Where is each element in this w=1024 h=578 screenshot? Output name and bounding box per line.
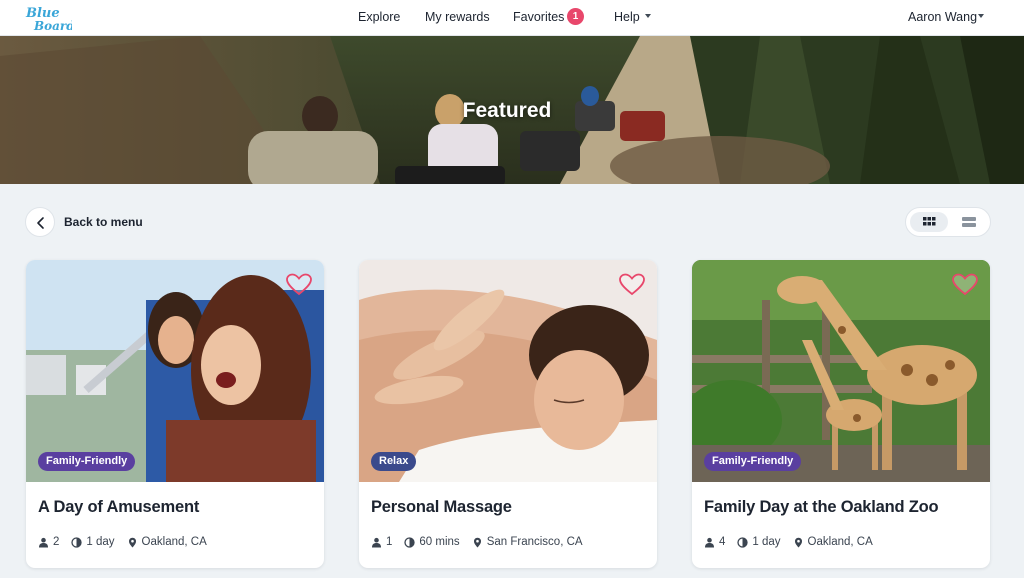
people-count: 4 — [719, 536, 726, 548]
people-count: 2 — [53, 536, 60, 548]
top-nav: Blue Board Explore My rewards Favorites … — [0, 0, 1024, 36]
location-pin-icon — [473, 537, 481, 547]
location: Oakland, CA — [141, 536, 207, 548]
svg-text:Board: Board — [33, 19, 72, 32]
card-image — [26, 260, 324, 482]
people-count: 1 — [386, 536, 393, 548]
blueboard-logo[interactable]: Blue Board — [24, 4, 72, 32]
page-title: Featured — [462, 99, 552, 122]
card-meta: 2 1 day Oakland, CA — [38, 534, 219, 550]
nav-help[interactable]: Help — [614, 10, 640, 24]
person-icon — [39, 537, 48, 547]
card-meta: 4 1 day Oakland, CA — [704, 534, 885, 550]
back-to-menu-link[interactable]: Back to menu — [64, 215, 143, 229]
duration: 1 day — [86, 536, 115, 548]
card-image — [692, 260, 990, 482]
grid-view-button[interactable] — [910, 212, 948, 232]
help-chevron-down-icon[interactable] — [645, 14, 651, 18]
experience-card[interactable]: Family-Friendly A Day of Amusement 2 1 d… — [26, 260, 324, 568]
card-title[interactable]: Family Day at the Oakland Zoo — [704, 498, 939, 517]
card-image — [359, 260, 657, 482]
category-tag: Relax — [371, 452, 417, 471]
location-pin-icon — [128, 537, 136, 547]
favorites-count-badge: 1 — [567, 8, 584, 25]
chevron-left-icon — [37, 217, 44, 229]
zoo-giraffe-photo — [692, 260, 990, 482]
grid-icon — [923, 217, 936, 226]
experience-card[interactable]: Relax Personal Massage 1 60 mins San Fra… — [359, 260, 657, 568]
heart-icon[interactable] — [619, 273, 645, 297]
nav-my-rewards[interactable]: My rewards — [425, 10, 490, 24]
back-button[interactable] — [25, 207, 55, 237]
heart-icon[interactable] — [952, 273, 978, 297]
list-icon — [962, 217, 976, 227]
user-menu[interactable]: Aaron Wang — [908, 10, 977, 24]
duration: 60 mins — [419, 536, 460, 548]
view-mode-toggle — [905, 207, 991, 237]
clock-icon — [737, 536, 749, 548]
featured-hero-banner: Featured — [0, 36, 1024, 184]
nav-favorites[interactable]: Favorites — [513, 10, 564, 24]
card-title[interactable]: Personal Massage — [371, 498, 512, 517]
person-icon — [372, 537, 381, 547]
amusement-ride-photo — [26, 260, 324, 482]
location: San Francisco, CA — [486, 536, 583, 548]
category-tag: Family-Friendly — [38, 452, 136, 471]
card-title[interactable]: A Day of Amusement — [38, 498, 199, 517]
user-chevron-down-icon[interactable] — [978, 14, 984, 18]
location-pin-icon — [794, 537, 802, 547]
clock-icon — [404, 536, 416, 548]
category-tag: Family-Friendly — [704, 452, 802, 471]
person-icon — [705, 537, 714, 547]
list-view-button[interactable] — [950, 212, 988, 232]
clock-icon — [71, 536, 83, 548]
massage-photo — [359, 260, 657, 482]
heart-icon[interactable] — [286, 273, 312, 297]
nav-explore[interactable]: Explore — [358, 10, 400, 24]
card-meta: 1 60 mins San Francisco, CA — [371, 534, 595, 550]
experience-card[interactable]: Family-Friendly Family Day at the Oaklan… — [692, 260, 990, 568]
location: Oakland, CA — [807, 536, 873, 548]
duration: 1 day — [752, 536, 781, 548]
